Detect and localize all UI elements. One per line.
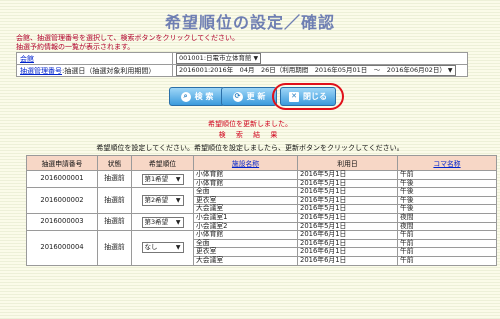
result-table: 抽選申請番号 状態 希望順位 施設名称 利用日 コマ名称 2016000001 抽… [26,155,497,266]
slot-cell: 午前 [397,230,497,240]
slot-cell: 午前 [397,255,497,266]
result-table-body: 2016000001 抽選前 第1希望 ▼ 小体育館 2016年5月1日 午前 小体育館 201… [26,169,497,266]
search-button[interactable]: ⌕ 検 索 [169,87,225,106]
instruction-line-2: 抽選予約情報の一覧が表示されます。 [16,43,135,51]
update-button-label: 更 新 [246,92,266,101]
chevron-down-icon: ▼ [253,55,259,62]
lottery-label-suffix: :抽選日（抽選対象利用期間） [62,66,156,75]
status-cell: 抽選前 [97,230,132,266]
priority-cell: 第1希望 ▼ [131,169,194,189]
facility-cell: 小会議室1 [193,212,298,223]
slot-sort-link[interactable]: コマ名称 [433,160,460,168]
lottery-value-cell: 2016001:2016年 04月 26日（利用期間 2016年05月01日 ～… [172,64,468,77]
chevron-down-icon: ▼ [447,67,453,74]
priority-select[interactable]: 第2希望 ▼ [141,195,184,207]
lottery-link[interactable]: 抽選管理番号 [20,67,62,75]
priority-select-value: なし [144,243,158,252]
priority-select-value: 第2希望 [144,196,169,205]
header-facility: 施設名称 [193,155,298,171]
header-status: 状態 [97,155,132,171]
update-button[interactable]: ⟳ 更 新 [221,87,277,106]
facility-cell: 小体育館 [193,170,298,180]
status-cell: 抽選前 [97,187,132,214]
instruction-line-1: 会館、抽選管理番号を選択して、検索ボタンをクリックしてください。 [16,34,240,42]
table-header-row: 抽選申請番号 状態 希望順位 施設名称 利用日 コマ名称 [26,155,497,171]
application-number: 2016000002 [26,187,98,214]
table-row: 2016000003 抽選前 第3希望 ▼ 小会議室1 2016年5月1日 夜間 [26,212,497,232]
result-heading: 検 索 結 果 [218,131,282,139]
lottery-label-cell: 抽選管理番号:抽選日（抽選対象利用期間） [16,64,173,77]
facility-sort-link[interactable]: 施設名称 [232,160,259,168]
chevron-down-icon: ▼ [175,175,181,183]
status-cell: 抽選前 [97,212,132,232]
hall-select[interactable]: 001001:日電市立体育館 ▼ [176,53,262,64]
hall-label-cell: 会館 [16,52,173,65]
hall-value-cell: 001001:日電市立体育館 ▼ [172,52,468,65]
facility-cell: 全面 [193,187,298,197]
header-priority: 希望順位 [131,155,194,171]
facility-cell: 小体育館 [193,230,298,240]
lottery-select-value: 2016001:2016年 04月 26日（利用期間 2016年05月01日 ～… [179,66,446,74]
status-cell: 抽選前 [97,169,132,189]
priority-select-value: 第1希望 [144,174,169,183]
hint-message: 希望順位を設定してください。希望順位を設定しましたら、更新ボタンをクリックしてく… [96,144,404,152]
date-cell: 2016年6月1日 [297,230,398,240]
priority-select[interactable]: 第3希望 ▼ [141,216,184,228]
priority-cell: なし ▼ [131,230,194,266]
update-message: 希望順位を更新しました。 [208,120,292,128]
chevron-down-icon: ▼ [175,244,181,252]
filter-form: 会館 001001:日電市立体育館 ▼ 抽選管理番号:抽選日（抽選対象利用期間） … [16,52,468,77]
date-cell: 2016年5月1日 [297,187,398,197]
slot-cell: 午後 [397,187,497,197]
highlight-ring [272,83,344,110]
application-number: 2016000004 [26,230,98,266]
table-row: 2016000004 抽選前 なし ▼ 小体育館 2016年6月1日 午前 [26,230,497,266]
application-number: 2016000003 [26,212,98,232]
instructions: 会館、抽選管理番号を選択して、検索ボタンをクリックしてください。 抽選予約情報の… [16,34,239,52]
chevron-down-icon: ▼ [175,218,181,226]
date-cell: 2016年6月1日 [297,255,398,266]
facility-cell: 大会議室 [193,255,298,266]
slot-cell: 午前 [397,170,497,180]
header-slot: コマ名称 [397,155,497,171]
hall-link[interactable]: 会館 [20,55,34,63]
chevron-down-icon: ▼ [175,197,181,205]
page-title: 希望順位の設定／確認 [164,13,335,32]
date-cell: 2016年5月1日 [297,212,398,223]
slot-cell: 夜間 [397,212,497,223]
header-date: 利用日 [297,155,398,171]
priority-cell: 第3希望 ▼ [131,212,194,232]
search-icon: ⌕ [180,91,191,102]
lottery-select[interactable]: 2016001:2016年 04月 26日（利用期間 2016年05月01日 ～… [176,65,456,76]
refresh-icon: ⟳ [232,91,243,102]
header-no: 抽選申請番号 [26,155,98,171]
priority-cell: 第2希望 ▼ [131,187,194,214]
application-number: 2016000001 [26,169,98,189]
priority-select[interactable]: 第1希望 ▼ [141,173,184,185]
search-button-label: 検 索 [194,92,214,101]
table-row: 2016000001 抽選前 第1希望 ▼ 小体育館 2016年5月1日 午前 [26,169,497,189]
table-row: 2016000002 抽選前 第2希望 ▼ 全面 2016年5月1日 午後 [26,187,497,214]
priority-select-value: 第3希望 [144,217,169,226]
hall-select-value: 001001:日電市立体育館 [179,54,252,62]
date-cell: 2016年5月1日 [297,170,398,180]
priority-select[interactable]: なし ▼ [141,242,184,254]
